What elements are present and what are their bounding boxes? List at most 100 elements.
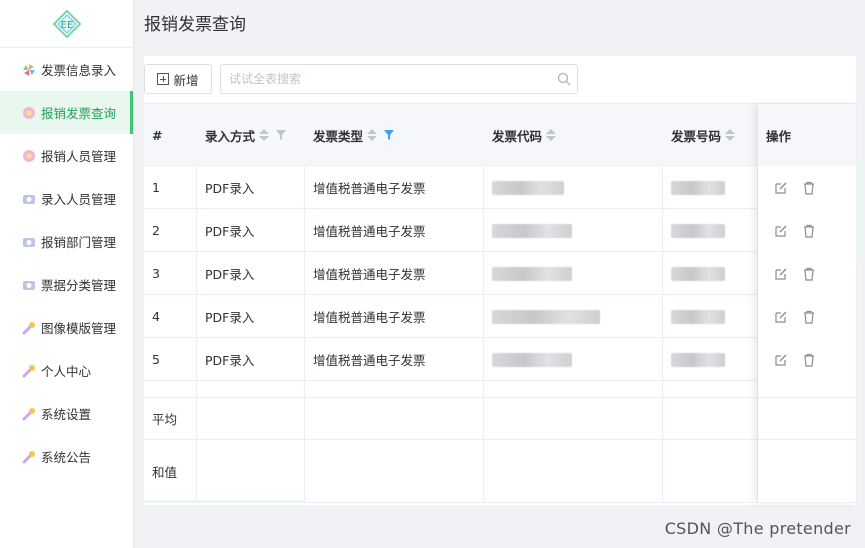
header-index-label: # (152, 127, 163, 143)
add-button-label: 新增 (173, 73, 199, 88)
header-index: # (144, 104, 197, 166)
cell-index: 2 (152, 223, 160, 238)
edit-icon[interactable] (774, 353, 788, 367)
summary-row-average: 平均 (144, 397, 856, 440)
cell-index: 5 (152, 352, 160, 367)
cell-entry-method: PDF录入 (205, 181, 255, 196)
header-entry-method[interactable]: 录入方式 (197, 104, 305, 166)
summary-average-label: 平均 (152, 412, 178, 427)
cell-invoice-type: 增值税普通电子发票 (313, 224, 426, 239)
cell-index: 4 (152, 309, 160, 324)
cell-invoice-code (484, 252, 663, 295)
camera-icon (23, 194, 35, 204)
add-button[interactable]: 新增 (144, 64, 212, 94)
sidebar-item-entry-staff[interactable]: 录入人员管理 (0, 177, 133, 220)
filter-active-icon[interactable] (383, 129, 395, 141)
sidebar-item-image-templates[interactable]: 图像模版管理 (0, 306, 133, 349)
table-row[interactable]: 1 PDF录入 增值税普通电子发票 (144, 166, 856, 209)
edit-icon[interactable] (774, 267, 788, 281)
sidebar-item-announcements[interactable]: 系统公告 (0, 435, 133, 478)
cell-invoice-type: 增值税普通电子发票 (313, 310, 426, 325)
sidebar-item-reimbursers[interactable]: 报销人员管理 (0, 134, 133, 177)
summary-row-sum: 和值 (144, 440, 856, 503)
sidebar-item-label: 系统公告 (41, 450, 92, 465)
sort-icon[interactable] (367, 129, 378, 141)
cell-entry-method: PDF录入 (205, 353, 255, 368)
sort-icon[interactable] (546, 129, 557, 141)
sidebar-item-categories[interactable]: 票据分类管理 (0, 263, 133, 306)
camera-icon (23, 237, 35, 247)
logo-icon: EE (52, 9, 81, 38)
comet-icon (22, 407, 35, 420)
sidebar-item-departments[interactable]: 报销部门管理 (0, 220, 133, 263)
cell-invoice-code (484, 338, 663, 381)
watermark: CSDN @The pretender (664, 519, 851, 538)
redacted-value (492, 352, 572, 367)
cell-invoice-code (484, 295, 663, 338)
page-title: 报销发票查询 (144, 15, 246, 35)
redacted-value (671, 223, 725, 238)
flower-icon (23, 149, 35, 162)
table-row[interactable]: 3 PDF录入 增值税普通电子发票 (144, 252, 856, 295)
redacted-value (492, 309, 600, 324)
cell-invoice-number (663, 252, 758, 295)
cell-invoice-type: 增值税普通电子发票 (313, 267, 426, 282)
cell-invoice-code (484, 166, 663, 209)
delete-icon[interactable] (802, 224, 816, 238)
sidebar-item-label: 票据分类管理 (41, 278, 117, 293)
delete-icon[interactable] (802, 310, 816, 324)
header-entry-method-label: 录入方式 (205, 128, 256, 144)
horizontal-scroll-indicator[interactable] (144, 500, 304, 503)
redacted-value (671, 266, 725, 281)
sidebar-item-profile[interactable]: 个人中心 (0, 349, 133, 392)
header-invoice-type-label: 发票类型 (313, 128, 364, 144)
search-box (220, 64, 578, 94)
cell-actions (758, 209, 856, 252)
sidebar-item-label: 报销部门管理 (41, 235, 117, 250)
logo-text: EE (60, 20, 73, 31)
cell-entry-method: PDF录入 (205, 267, 255, 282)
delete-icon[interactable] (802, 353, 816, 367)
cell-actions (758, 295, 856, 338)
delete-icon[interactable] (802, 181, 816, 195)
cell-actions (758, 166, 856, 209)
sidebar-item-label: 系统设置 (41, 407, 92, 422)
table-row[interactable]: 2 PDF录入 增值税普通电子发票 (144, 209, 856, 252)
cell-actions (758, 252, 856, 295)
sidebar-item-label: 报销发票查询 (41, 106, 117, 121)
cell-invoice-type: 增值税普通电子发票 (313, 181, 426, 196)
table-row[interactable]: 4 PDF录入 增值税普通电子发票 (144, 295, 856, 338)
sidebar-item-label: 发票信息录入 (41, 63, 117, 78)
plus-square-icon (157, 73, 170, 85)
sidebar-item-invoice-query[interactable]: 报销发票查询 (0, 91, 133, 134)
edit-icon[interactable] (774, 224, 788, 238)
edit-icon[interactable] (774, 310, 788, 324)
redacted-value (492, 180, 564, 195)
sidebar-item-settings[interactable]: 系统设置 (0, 392, 133, 435)
sort-icon[interactable] (259, 129, 270, 141)
filter-icon[interactable] (275, 129, 287, 141)
scroll-indicator[interactable] (856, 160, 859, 260)
logo[interactable]: EE (0, 0, 133, 48)
table-row[interactable]: 5 PDF录入 增值税普通电子发票 (144, 338, 856, 381)
header-invoice-number-label: 发票号码 (671, 128, 722, 144)
cell-invoice-number (663, 295, 758, 338)
search-input[interactable] (221, 65, 541, 93)
cell-invoice-number (663, 209, 758, 252)
header-invoice-code[interactable]: 发票代码 (484, 104, 663, 166)
sort-icon[interactable] (725, 129, 736, 141)
search-icon[interactable] (557, 72, 571, 86)
cell-index: 3 (152, 266, 160, 281)
cell-invoice-number (663, 166, 758, 209)
header-invoice-number[interactable]: 发票号码 (663, 104, 758, 166)
edit-icon[interactable] (774, 181, 788, 195)
sidebar-item-invoice-entry[interactable]: 发票信息录入 (0, 48, 133, 91)
header-actions: 操作 (758, 104, 856, 166)
redacted-value (671, 180, 725, 195)
cell-invoice-number (663, 338, 758, 381)
redacted-value (671, 352, 725, 367)
delete-icon[interactable] (802, 267, 816, 281)
header-invoice-type[interactable]: 发票类型 (305, 104, 484, 166)
sidebar-item-label: 录入人员管理 (41, 192, 117, 207)
cell-entry-method: PDF录入 (205, 224, 255, 239)
